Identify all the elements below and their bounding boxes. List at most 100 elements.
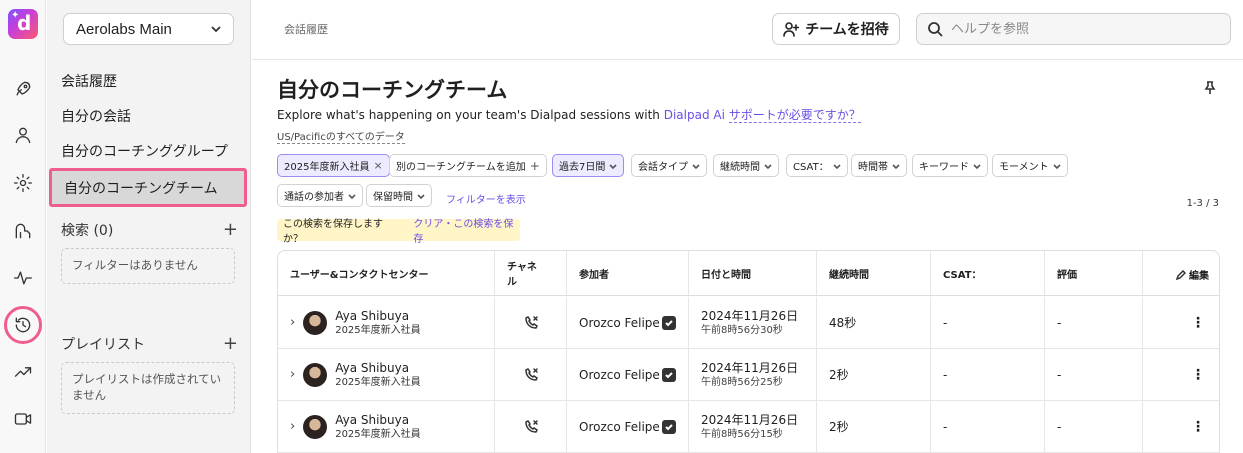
duration-cell: 48秒 bbox=[816, 297, 930, 348]
col-rating[interactable]: 評価 bbox=[1044, 251, 1142, 295]
add-icon[interactable]: + bbox=[530, 159, 540, 173]
call-date: 2024年11月26日 bbox=[701, 412, 799, 427]
nav-item-history[interactable]: 会話履歴 bbox=[61, 72, 117, 92]
filter-chip[interactable]: CSAT： bbox=[786, 154, 848, 177]
rocket-icon[interactable] bbox=[11, 77, 35, 101]
add-search-button[interactable]: + bbox=[223, 221, 238, 239]
playlist-empty-state: プレイリストは作成されていません bbox=[61, 362, 235, 414]
user-name[interactable]: Aya Shibuya bbox=[335, 308, 420, 324]
verified-check-icon bbox=[661, 419, 676, 434]
save-search-prompt: この検索を保存しますか？ bbox=[283, 219, 383, 245]
filter-chip[interactable]: 別のコーチングチームを追加 + bbox=[389, 154, 547, 177]
chevron-down-icon bbox=[417, 193, 425, 199]
search-empty-state: フィルターはありません bbox=[61, 248, 235, 284]
col-datetime[interactable]: 日付と時間 bbox=[688, 251, 816, 295]
gear-icon[interactable] bbox=[11, 171, 35, 195]
expand-chevron-icon[interactable]: › bbox=[290, 419, 295, 434]
chevron-down-icon bbox=[833, 163, 841, 169]
help-search[interactable] bbox=[916, 13, 1231, 45]
edit-columns-button[interactable]: 編集 bbox=[1176, 267, 1209, 282]
workspace-selector[interactable]: Aerolabs Main bbox=[63, 13, 234, 45]
participant-name[interactable]: Orozco Felipe bbox=[579, 316, 660, 330]
timezone-note[interactable]: US/Pacificのすべてのデータ bbox=[277, 128, 405, 144]
more-options-icon[interactable]: ⋮ bbox=[1191, 316, 1205, 330]
call-date: 2024年11月26日 bbox=[701, 360, 799, 375]
expand-chevron-icon[interactable]: › bbox=[290, 367, 295, 382]
col-csat[interactable]: CSAT： bbox=[930, 251, 1044, 295]
phone-missed-icon bbox=[525, 419, 538, 433]
user-name[interactable]: Aya Shibuya bbox=[335, 360, 420, 376]
filter-chip[interactable]: モーメント bbox=[992, 154, 1068, 177]
call-time: 午前8時56分25秒 bbox=[701, 376, 783, 388]
filter-chip-label: 保留時間 bbox=[373, 192, 413, 203]
rating-cell: - bbox=[1044, 297, 1142, 348]
chevron-down-icon bbox=[1053, 163, 1061, 169]
support-link[interactable]: サポートが必要ですか？ bbox=[728, 108, 861, 123]
pulse-icon[interactable] bbox=[11, 266, 35, 290]
duration-cell: 2秒 bbox=[816, 349, 930, 400]
nav-item-coaching-team-label: 自分のコーチングチーム bbox=[64, 181, 218, 197]
table-row[interactable]: › Aya Shibuya 2025年度新入社員 Orozco Felipe 2024年… bbox=[278, 349, 1219, 401]
filter-chip[interactable]: 通話の参加者 bbox=[277, 184, 363, 207]
col-channel[interactable]: チャネル bbox=[494, 251, 546, 295]
csat-cell: - bbox=[930, 401, 1044, 452]
chevron-down-icon bbox=[973, 163, 981, 169]
remove-filter-icon[interactable]: × bbox=[373, 159, 382, 172]
coaching-icon[interactable] bbox=[11, 219, 35, 243]
phone-missed-icon bbox=[525, 367, 538, 381]
add-playlist-button[interactable]: + bbox=[223, 335, 238, 353]
table-row[interactable]: › Aya Shibuya 2025年度新入社員 Orozco Felipe 2024年… bbox=[278, 401, 1219, 453]
history-icon[interactable] bbox=[4, 306, 42, 344]
nav-item-coaching-groups[interactable]: 自分のコーチンググループ bbox=[61, 142, 228, 162]
help-search-input[interactable] bbox=[951, 21, 1211, 37]
participant-cell: Orozco Felipe bbox=[566, 401, 688, 452]
filter-chip[interactable]: キーワード bbox=[912, 154, 988, 177]
filter-chip-label: キーワード bbox=[919, 162, 969, 173]
main-content: 自分のコーチングチーム Explore what's happening on … bbox=[252, 61, 1243, 453]
filter-chip[interactable]: 時間帯 bbox=[851, 154, 907, 177]
filter-chip-label: 会話タイプ bbox=[638, 162, 688, 173]
breadcrumb[interactable]: 会話履歴 bbox=[284, 21, 328, 37]
actions-cell: ⋮ bbox=[1142, 349, 1219, 400]
video-icon[interactable] bbox=[11, 407, 35, 431]
filter-chip[interactable]: 過去7日間 bbox=[552, 154, 625, 177]
show-filters-link[interactable]: フィルターを表示 bbox=[446, 191, 526, 206]
playlist-section-title: プレイリスト bbox=[61, 337, 145, 353]
table-row[interactable]: › Aya Shibuya 2025年度新入社員 Orozco Felipe 2024年… bbox=[278, 297, 1219, 349]
pencil-icon bbox=[1176, 269, 1186, 280]
filter-chip[interactable]: 継続時間 bbox=[713, 154, 779, 177]
person-icon[interactable] bbox=[11, 123, 35, 147]
filter-chip-label: 別のコーチングチームを追加 bbox=[396, 162, 526, 173]
col-participant[interactable]: 参加者 bbox=[566, 251, 688, 295]
more-options-icon[interactable]: ⋮ bbox=[1191, 420, 1205, 434]
search-icon bbox=[928, 22, 943, 37]
filter-chip[interactable]: 会話タイプ bbox=[631, 154, 707, 177]
trending-icon[interactable] bbox=[11, 360, 35, 384]
participant-name[interactable]: Orozco Felipe bbox=[579, 420, 660, 434]
user-cell: › Aya Shibuya 2025年度新入社員 bbox=[278, 297, 494, 348]
call-time: 午前8時56分30秒 bbox=[701, 324, 783, 336]
expand-chevron-icon[interactable]: › bbox=[290, 315, 295, 330]
col-user[interactable]: ユーザー&コンタクトセンター bbox=[278, 251, 494, 295]
csat-cell: - bbox=[930, 297, 1044, 348]
call-date: 2024年11月26日 bbox=[701, 308, 799, 323]
pin-icon[interactable] bbox=[1203, 81, 1217, 98]
filter-chip[interactable]: 保留時間 bbox=[366, 184, 432, 207]
user-name[interactable]: Aya Shibuya bbox=[335, 412, 420, 428]
channel-cell bbox=[494, 349, 546, 400]
more-options-icon[interactable]: ⋮ bbox=[1191, 368, 1205, 382]
conversation-table: ユーザー&コンタクトセンター チャネル 参加者 日付と時間 継続時間 CSAT：… bbox=[277, 250, 1220, 453]
actions-cell: ⋮ bbox=[1142, 297, 1219, 348]
dialpad-ai-link[interactable]: Dialpad Ai bbox=[664, 108, 725, 122]
table-header: ユーザー&コンタクトセンター チャネル 参加者 日付と時間 継続時間 CSAT：… bbox=[278, 251, 1219, 296]
participant-name[interactable]: Orozco Felipe bbox=[579, 368, 660, 382]
datetime-cell: 2024年11月26日 午前8時56分25秒 bbox=[688, 349, 816, 400]
nav-item-coaching-team[interactable]: 自分のコーチングチーム bbox=[49, 168, 247, 207]
col-duration[interactable]: 継続時間 bbox=[816, 251, 930, 295]
dialpad-logo[interactable]: ✦ d bbox=[8, 9, 38, 39]
nav-item-my-conversations[interactable]: 自分の会話 bbox=[61, 107, 131, 127]
invite-team-label: チームを招待 bbox=[805, 22, 889, 38]
invite-team-button[interactable]: チームを招待 bbox=[772, 13, 900, 45]
filter-chip[interactable]: 2025年度新入社員 × bbox=[277, 154, 390, 177]
save-search-actions[interactable]: クリア・この検索を保存 bbox=[413, 215, 520, 245]
